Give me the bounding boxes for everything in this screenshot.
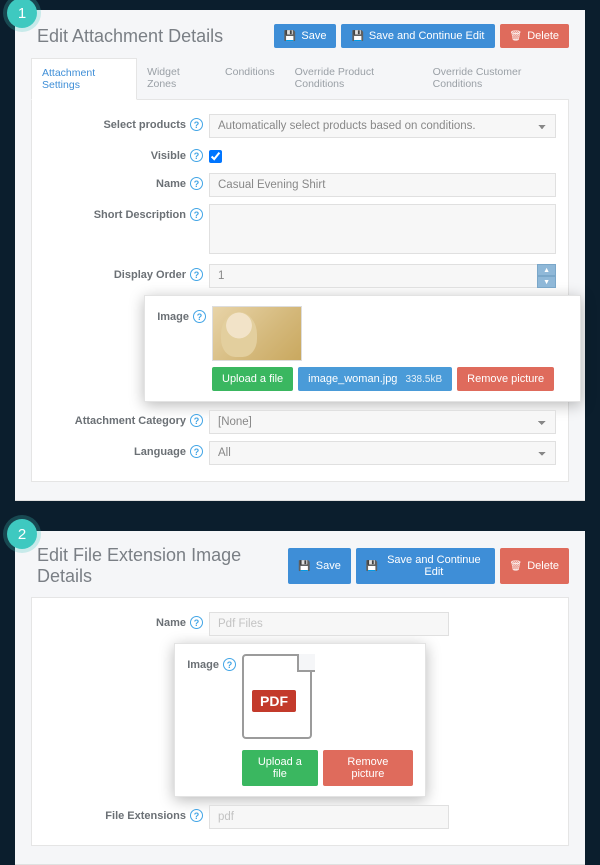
tabs: Attachment Settings Widget Zones Conditi… — [31, 58, 569, 100]
panel-header: Edit Attachment Details Save Save and Co… — [31, 24, 569, 48]
tab-override-product[interactable]: Override Product Conditions — [285, 58, 423, 99]
delete-button[interactable]: Delete — [500, 548, 570, 584]
image-label: Image — [187, 659, 219, 671]
pdf-thumbnail: PDF — [242, 654, 317, 744]
help-icon[interactable]: ? — [193, 310, 206, 323]
save-label: Save — [301, 30, 326, 42]
help-icon[interactable]: ? — [190, 149, 203, 162]
action-buttons: Save Save and Continue Edit Delete — [274, 24, 569, 48]
file-name: image_woman.jpg — [308, 373, 397, 385]
save-button[interactable]: Save — [274, 24, 337, 48]
delete-label: Delete — [527, 30, 559, 42]
floppy-icon — [284, 30, 296, 42]
category-select[interactable]: [None] — [209, 410, 556, 434]
form-attachment-settings: Select products? Automatically select pr… — [31, 100, 569, 482]
help-icon[interactable]: ? — [190, 809, 203, 822]
file-extensions-label: File Extensions — [105, 810, 186, 822]
save-label: Save — [316, 560, 341, 572]
panel-header: Edit File Extension Image Details Save S… — [31, 545, 569, 587]
save-continue-label: Save and Continue Edit — [369, 30, 485, 42]
image-label: Image — [157, 311, 189, 323]
language-label: Language — [134, 446, 186, 458]
select-products-label: Select products — [103, 119, 186, 131]
display-order-label: Display Order — [114, 269, 186, 281]
panel-edit-attachment: 1 Edit Attachment Details Save Save and … — [15, 10, 585, 501]
help-icon[interactable]: ? — [190, 177, 203, 190]
help-icon[interactable]: ? — [190, 616, 203, 629]
save-button[interactable]: Save — [288, 548, 351, 584]
help-icon[interactable]: ? — [190, 445, 203, 458]
visible-checkbox[interactable] — [209, 150, 222, 163]
name-label: Name — [156, 178, 186, 190]
visible-label: Visible — [151, 150, 186, 162]
pdf-badge: PDF — [252, 690, 296, 712]
display-order-input[interactable] — [209, 264, 537, 288]
category-label: Attachment Category — [75, 415, 186, 427]
panel-edit-file-extension: 2 Edit File Extension Image Details Save… — [15, 531, 585, 865]
short-desc-textarea[interactable] — [209, 204, 556, 254]
page-title: Edit File Extension Image Details — [37, 545, 288, 587]
trash-icon — [510, 560, 523, 572]
help-icon[interactable]: ? — [190, 268, 203, 281]
upload-file-button[interactable]: Upload a file — [212, 367, 293, 391]
help-icon[interactable]: ? — [190, 118, 203, 131]
help-icon[interactable]: ? — [223, 658, 236, 671]
save-continue-label: Save and Continue Edit — [383, 554, 484, 578]
upload-file-button[interactable]: Upload a file — [242, 750, 318, 786]
image-callout: Image? PDF Upload a file Remove picture — [174, 643, 426, 797]
page-title: Edit Attachment Details — [37, 26, 223, 47]
select-products-select[interactable]: Automatically select products based on c… — [209, 114, 556, 138]
tab-attachment-settings[interactable]: Attachment Settings — [31, 58, 137, 100]
file-size: 338.5kB — [405, 374, 442, 385]
language-select[interactable]: All — [209, 441, 556, 465]
tab-widget-zones[interactable]: Widget Zones — [137, 58, 215, 99]
file-chip: image_woman.jpg 338.5kB — [298, 367, 452, 391]
save-continue-button[interactable]: Save and Continue Edit — [341, 24, 494, 48]
short-desc-label: Short Description — [94, 209, 186, 221]
file-extensions-input[interactable] — [209, 805, 449, 829]
remove-picture-button[interactable]: Remove picture — [457, 367, 554, 391]
action-buttons: Save Save and Continue Edit Delete — [288, 548, 569, 584]
tab-conditions[interactable]: Conditions — [215, 58, 285, 99]
delete-button[interactable]: Delete — [500, 24, 570, 48]
floppy-icon — [366, 560, 378, 572]
floppy-icon — [351, 30, 363, 42]
remove-picture-button[interactable]: Remove picture — [323, 750, 413, 786]
tab-override-customer[interactable]: Override Customer Conditions — [423, 58, 569, 99]
step-badge-2: 2 — [7, 519, 37, 549]
save-continue-button[interactable]: Save and Continue Edit — [356, 548, 495, 584]
stepper-down-button[interactable]: ▼ — [537, 276, 556, 288]
image-callout: Image? Upload a file image_woman.jpg 338… — [144, 295, 581, 402]
help-icon[interactable]: ? — [190, 414, 203, 427]
name-input[interactable] — [209, 173, 556, 197]
form-file-extension: Name? Image? PDF Upload a file Remove pi… — [31, 597, 569, 846]
help-icon[interactable]: ? — [190, 208, 203, 221]
floppy-icon — [298, 560, 310, 572]
image-thumbnail — [212, 306, 302, 361]
stepper-up-button[interactable]: ▲ — [537, 264, 556, 276]
trash-icon — [510, 30, 523, 42]
name-input[interactable] — [209, 612, 449, 636]
delete-label: Delete — [527, 560, 559, 572]
name-label: Name — [156, 617, 186, 629]
